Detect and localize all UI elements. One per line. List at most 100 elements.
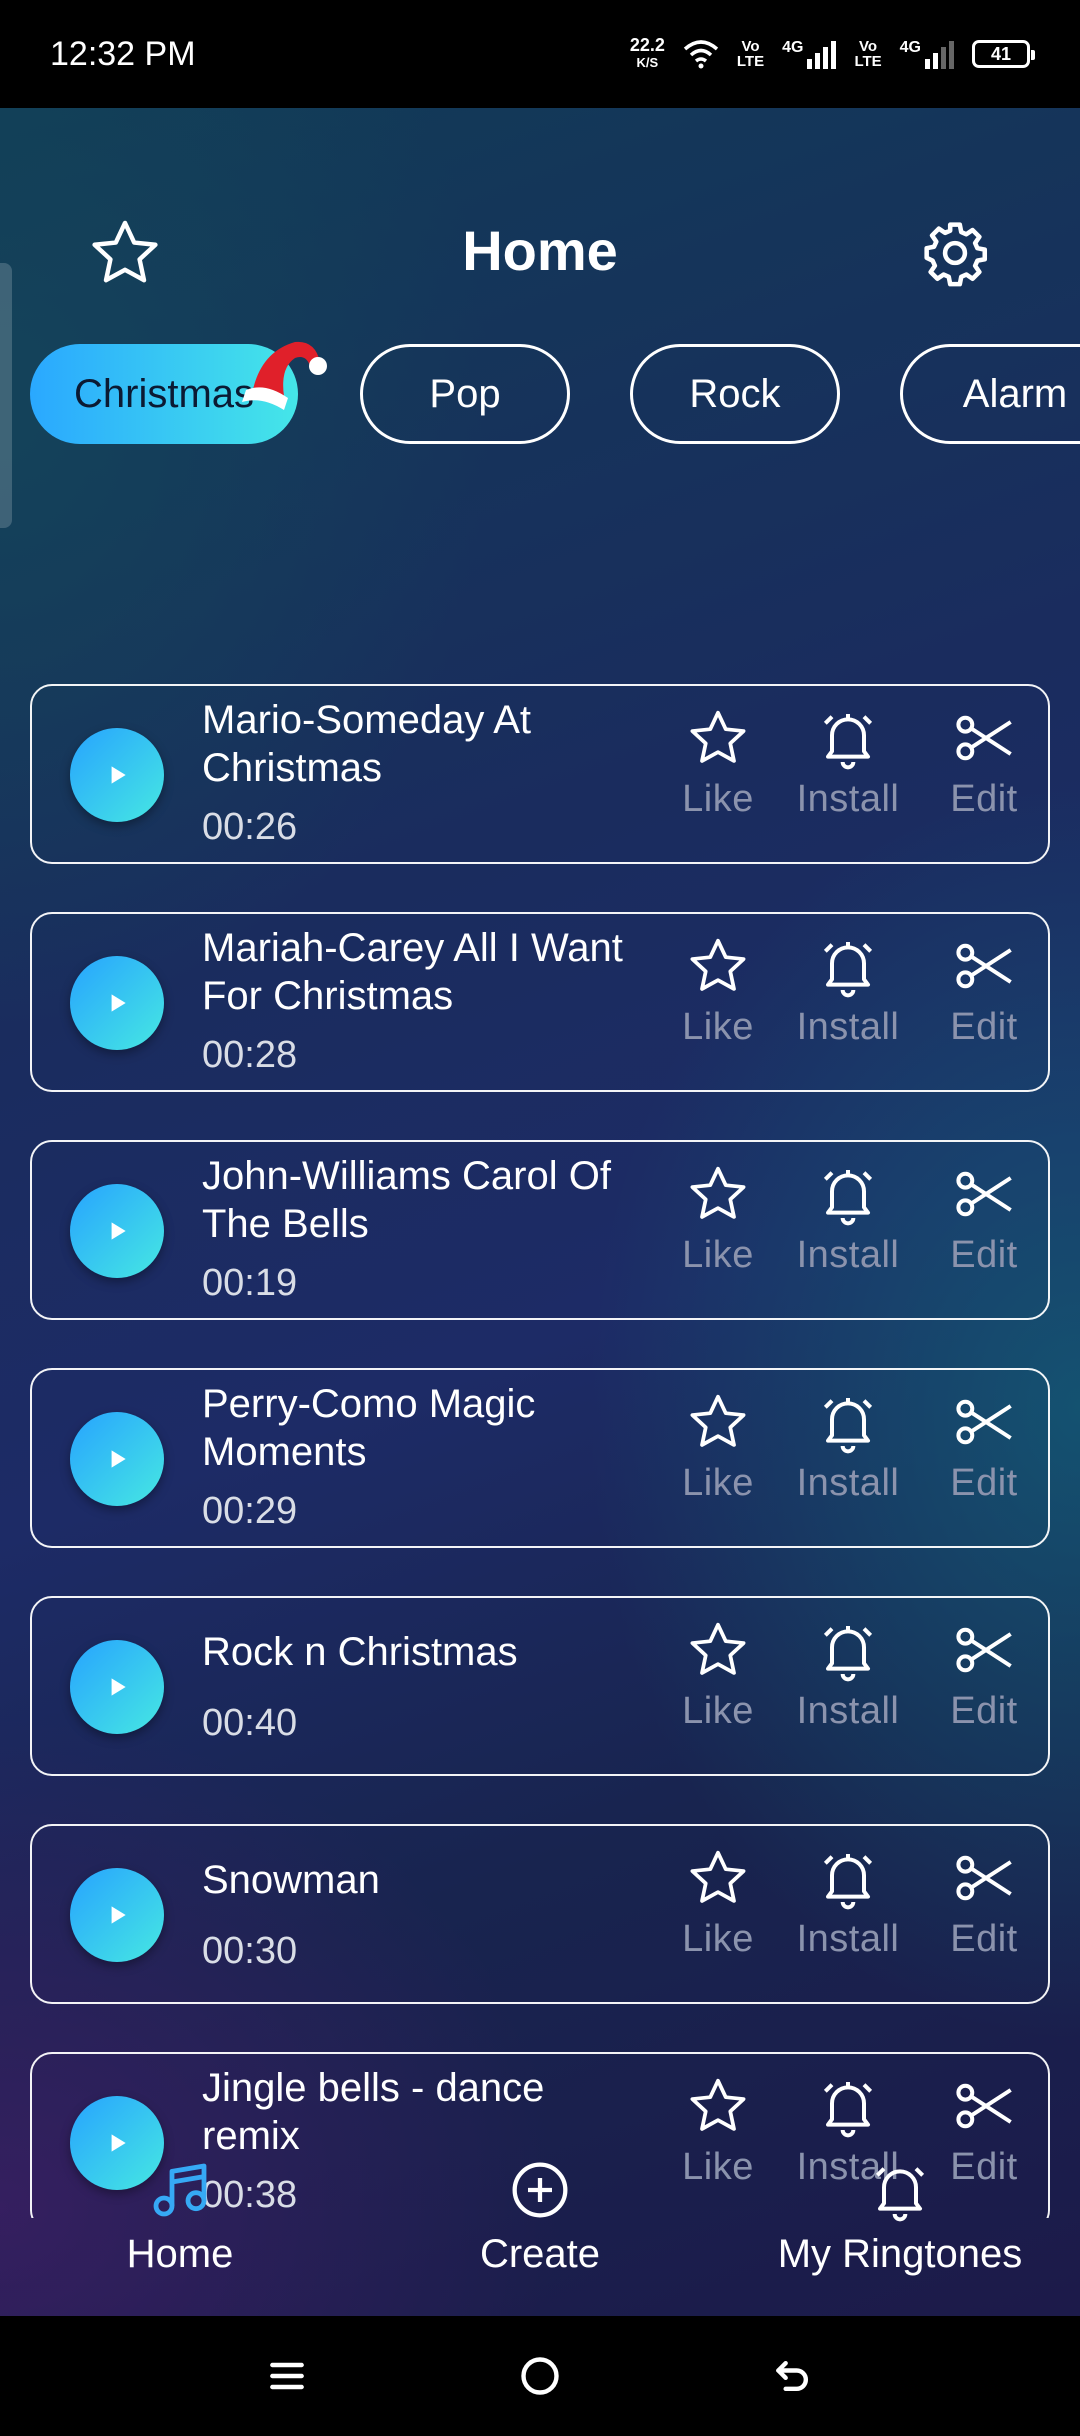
play-button[interactable] — [70, 1412, 164, 1506]
santa-hat-icon — [242, 341, 327, 410]
signal-bars-icon — [807, 41, 837, 69]
status-time: 12:32 PM — [50, 34, 196, 73]
list-item: Mariah-Carey All I Want For Christmas 00… — [30, 912, 1050, 1092]
status-bar: 12:32 PM 22.2 K/S Vo LTE 4G Vo LTE 4G 41 — [0, 0, 1080, 108]
edit-label: Edit — [950, 778, 1018, 820]
edit-button[interactable]: Edit — [924, 934, 1044, 1049]
install-button[interactable]: Install — [788, 706, 908, 821]
gear-icon — [924, 222, 988, 287]
nav-home-label: Home — [126, 2232, 234, 2276]
install-label: Install — [796, 778, 900, 820]
scissors-icon — [956, 1399, 1012, 1445]
list-item: John-Williams Carol Of The Bells 00:19 L… — [30, 1140, 1050, 1320]
edit-button[interactable]: Edit — [924, 706, 1044, 821]
list-item: Rock n Christmas 00:40 Like Install Edit — [30, 1596, 1050, 1776]
list-item: Snowman 00:30 Like Install Edit — [30, 1824, 1050, 2004]
like-label: Like — [682, 778, 754, 820]
play-icon — [111, 766, 126, 784]
like-button[interactable]: Like — [658, 934, 778, 1049]
song-title: Perry-Como Magic Moments — [202, 1382, 536, 1474]
signal-bars-icon — [925, 41, 954, 69]
alarm-bell-icon — [823, 714, 873, 770]
signal-1: 4G — [782, 39, 837, 69]
alarm-bell-icon — [823, 1398, 873, 1454]
back-icon[interactable] — [771, 2354, 815, 2398]
edit-button[interactable]: Edit — [924, 1846, 1044, 1961]
scissors-icon — [956, 943, 1012, 989]
like-label: Like — [682, 1462, 754, 1504]
system-nav-bar — [0, 2316, 1080, 2436]
play-button[interactable] — [70, 1868, 164, 1962]
nav-create[interactable]: Create — [450, 2158, 630, 2277]
install-button[interactable]: Install — [788, 1846, 908, 1961]
edit-button[interactable]: Edit — [924, 1618, 1044, 1733]
bottom-nav: Home Create My Ringtones — [0, 2108, 1080, 2316]
edit-button[interactable]: Edit — [924, 1162, 1044, 1277]
like-button[interactable]: Like — [658, 706, 778, 821]
edit-label: Edit — [950, 1462, 1018, 1504]
settings-button[interactable] — [910, 208, 1000, 298]
like-label: Like — [682, 1006, 754, 1048]
song-duration: 00:26 — [202, 806, 298, 848]
tab-pop[interactable]: Pop — [360, 344, 570, 444]
play-button[interactable] — [70, 1184, 164, 1278]
net-speed: 22.2 K/S — [629, 35, 665, 70]
volte-label-2: Vo LTE — [854, 38, 882, 70]
edit-label: Edit — [950, 1006, 1018, 1048]
install-button[interactable]: Install — [788, 1390, 908, 1505]
alarm-bell-icon — [823, 1170, 873, 1226]
install-button[interactable]: Install — [788, 1162, 908, 1277]
nav-my-ringtones-label: My Ringtones — [777, 2232, 1023, 2276]
wifi-icon — [683, 40, 719, 69]
edit-button[interactable]: Edit — [924, 1390, 1044, 1505]
ringtone-list: Mario-Someday At Christmas 00:26 Like In… — [30, 574, 1050, 2218]
category-tabs: Christmas Pop Rock Alarm — [0, 336, 1080, 446]
like-button[interactable]: Like — [658, 1390, 778, 1505]
install-label: Install — [796, 1462, 900, 1504]
alarm-bell-icon — [823, 1626, 873, 1682]
scissors-icon — [956, 1855, 1012, 1901]
edit-label: Edit — [950, 1234, 1018, 1276]
like-button[interactable]: Like — [658, 1162, 778, 1277]
song-duration: 00:19 — [202, 1262, 298, 1304]
like-button[interactable]: Like — [658, 1846, 778, 1961]
nav-create-label: Create — [479, 2232, 601, 2276]
play-icon — [111, 1906, 126, 1924]
like-label: Like — [682, 1918, 754, 1960]
list-item: Perry-Como Magic Moments 00:29 Like Inst… — [30, 1368, 1050, 1548]
play-icon — [111, 994, 126, 1012]
play-button[interactable] — [70, 956, 164, 1050]
star-icon — [690, 710, 746, 763]
plus-circle-icon — [512, 2162, 568, 2218]
status-icons: 22.2 K/S Vo LTE 4G Vo LTE 4G 41 — [629, 35, 1035, 72]
song-title: Mariah-Carey All I Want For Christmas — [202, 926, 623, 1018]
scissors-icon — [956, 1171, 1012, 1217]
menu-icon[interactable] — [265, 2354, 309, 2398]
edit-label: Edit — [950, 1918, 1018, 1960]
song-duration: 00:29 — [202, 1490, 298, 1532]
star-icon — [690, 1394, 746, 1447]
alarm-bell-icon — [823, 942, 873, 998]
nav-home[interactable]: Home — [100, 2158, 260, 2277]
play-button[interactable] — [70, 1640, 164, 1734]
volte-label-1: Vo LTE — [736, 38, 765, 70]
nav-my-ringtones[interactable]: My Ringtones — [760, 2158, 1040, 2277]
install-button[interactable]: Install — [788, 934, 908, 1049]
star-icon — [690, 1166, 746, 1219]
install-label: Install — [796, 1918, 900, 1960]
like-button[interactable]: Like — [658, 1618, 778, 1733]
install-button[interactable]: Install — [788, 1618, 908, 1733]
song-title: Mario-Someday At Christmas — [202, 698, 532, 790]
play-icon — [111, 1222, 126, 1240]
list-item: Mario-Someday At Christmas 00:26 Like In… — [30, 684, 1050, 864]
home-circle-icon[interactable] — [518, 2354, 562, 2398]
play-button[interactable] — [70, 728, 164, 822]
tab-rock[interactable]: Rock — [630, 344, 840, 444]
install-label: Install — [796, 1234, 900, 1276]
star-icon — [690, 1850, 746, 1903]
install-label: Install — [796, 1690, 900, 1732]
header: Home — [0, 198, 1080, 308]
scissors-icon — [956, 715, 1012, 761]
tab-alarm[interactable]: Alarm — [900, 344, 1080, 444]
song-duration: 00:28 — [202, 1034, 298, 1076]
